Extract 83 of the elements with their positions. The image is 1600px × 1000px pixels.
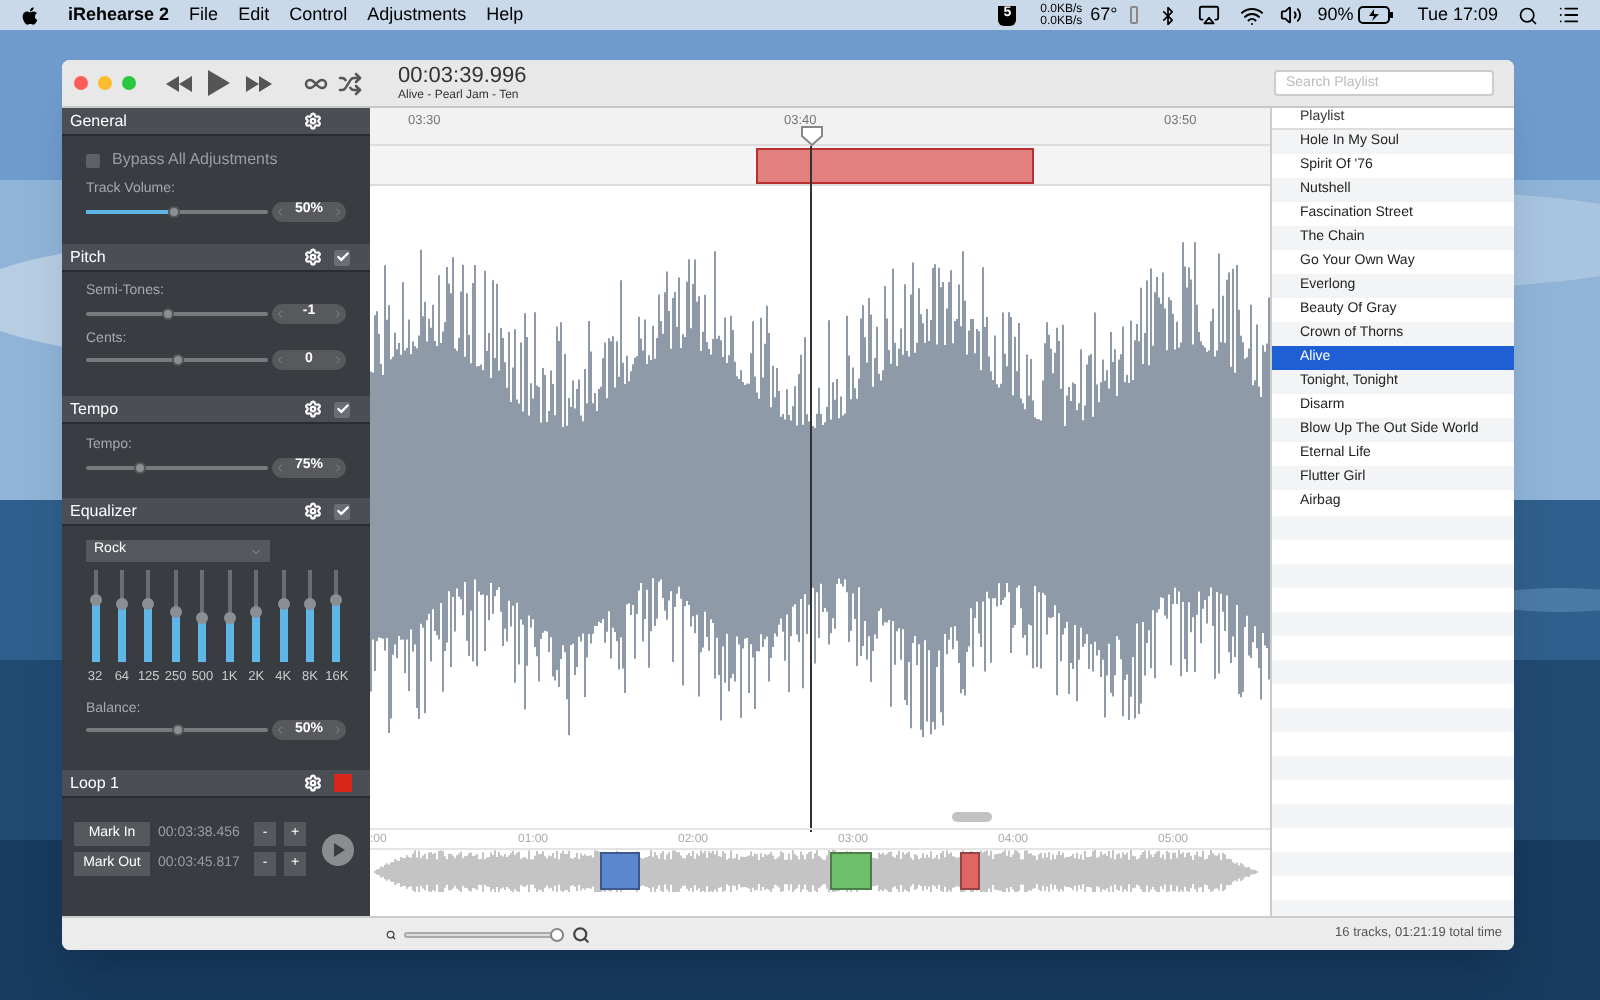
- menu-item[interactable]: Adjustments: [367, 1, 467, 29]
- eq-band-slider[interactable]: [330, 570, 343, 662]
- caret-icon: [250, 545, 262, 557]
- slider-thumb[interactable]: [167, 205, 180, 217]
- check-icon: [335, 250, 349, 264]
- eq-band-slider[interactable]: [89, 570, 101, 662]
- section-title: Pitch: [70, 245, 108, 269]
- slider-thumb[interactable]: [304, 597, 316, 610]
- slider-thumb[interactable]: [89, 593, 101, 606]
- clock[interactable]: Tue 17:09: [1417, 1, 1498, 29]
- play-loop-button[interactable]: [322, 833, 354, 865]
- slider-thumb[interactable]: [115, 597, 128, 610]
- airplay-icon[interactable]: [1197, 4, 1220, 26]
- eq-band-slider[interactable]: [196, 570, 209, 662]
- eq-band-slider[interactable]: [304, 570, 316, 662]
- enable-checkbox[interactable]: [334, 401, 350, 417]
- bluetooth-icon[interactable]: [1157, 5, 1178, 25]
- section-title: Equalizer: [70, 499, 139, 523]
- slider[interactable]: [86, 354, 268, 366]
- battery-icon[interactable]: [1357, 6, 1394, 24]
- apple-icon[interactable]: [20, 5, 40, 25]
- loop-marker[interactable]: [960, 852, 980, 890]
- loop-marker[interactable]: [830, 852, 872, 890]
- menu-item[interactable]: Control: [289, 1, 348, 29]
- zoom-slider[interactable]: [404, 927, 564, 941]
- close-button[interactable]: [74, 76, 88, 90]
- eq-band-slider[interactable]: [277, 570, 290, 662]
- menu-item[interactable]: Edit: [238, 1, 270, 29]
- loop-marker[interactable]: [600, 852, 640, 890]
- eq-band-slider[interactable]: [115, 570, 128, 662]
- settings-icon[interactable]: [304, 248, 322, 266]
- slider[interactable]: [86, 307, 268, 319]
- loop-color-swatch[interactable]: [334, 774, 352, 792]
- slider[interactable]: [86, 724, 268, 737]
- section-title: Loop 1: [70, 771, 121, 795]
- settings-icon[interactable]: [304, 112, 322, 130]
- eq-band-slider[interactable]: [223, 570, 236, 662]
- temperature[interactable]: 67°: [1090, 1, 1118, 29]
- menu-item[interactable]: File: [189, 1, 219, 29]
- slider-thumb[interactable]: [550, 927, 564, 941]
- wifi-icon[interactable]: [1239, 3, 1264, 27]
- scroll-handle[interactable]: [952, 812, 992, 822]
- slider-thumb[interactable]: [171, 354, 183, 366]
- fast-forward-icon[interactable]: [246, 75, 272, 91]
- enable-checkbox[interactable]: [334, 249, 350, 265]
- zoom-out-icon[interactable]: [386, 929, 396, 939]
- zoom-in-icon[interactable]: [572, 925, 590, 943]
- slider-thumb[interactable]: [196, 611, 209, 624]
- slider-thumb[interactable]: [134, 461, 147, 473]
- enable-checkbox[interactable]: [334, 503, 350, 519]
- check-icon: [335, 402, 349, 416]
- settings-icon[interactable]: [304, 502, 322, 520]
- eq-band-slider[interactable]: [142, 570, 155, 662]
- eq-band-slider[interactable]: [169, 570, 182, 662]
- slider-thumb[interactable]: [277, 598, 290, 611]
- volume-icon[interactable]: [1279, 4, 1302, 26]
- rewind-icon[interactable]: [166, 75, 192, 91]
- bypass-checkbox[interactable]: [86, 153, 100, 167]
- playback-time: 00:03:39.996: [398, 65, 527, 87]
- notification-list-icon[interactable]: [1558, 4, 1580, 26]
- section-title: Tempo: [70, 397, 121, 421]
- section-title: General: [70, 109, 129, 133]
- play-icon[interactable]: [208, 70, 230, 96]
- shuffle-icon[interactable]: [338, 71, 362, 95]
- slider-thumb[interactable]: [161, 307, 174, 319]
- slider-thumb[interactable]: [330, 593, 343, 606]
- bypass-label: Bypass All Adjustments: [112, 148, 278, 172]
- check-icon: [335, 504, 349, 518]
- slider[interactable]: [86, 461, 268, 473]
- settings-icon[interactable]: [304, 774, 322, 792]
- settings-icon[interactable]: [304, 400, 322, 418]
- loop-region[interactable]: [756, 148, 1034, 184]
- slider-thumb[interactable]: [142, 598, 155, 611]
- slider[interactable]: [86, 205, 268, 217]
- menu-item[interactable]: Help: [486, 1, 524, 29]
- app-menu[interactable]: iRehearse 2: [68, 1, 170, 29]
- slider-thumb[interactable]: [223, 611, 236, 624]
- eq-band-slider[interactable]: [250, 570, 263, 662]
- slider-thumb[interactable]: [171, 724, 183, 737]
- battery-percentage: 90%: [1317, 1, 1354, 28]
- slider-thumb[interactable]: [169, 605, 182, 618]
- slider-thumb[interactable]: [250, 605, 263, 618]
- search-icon[interactable]: [1518, 5, 1538, 25]
